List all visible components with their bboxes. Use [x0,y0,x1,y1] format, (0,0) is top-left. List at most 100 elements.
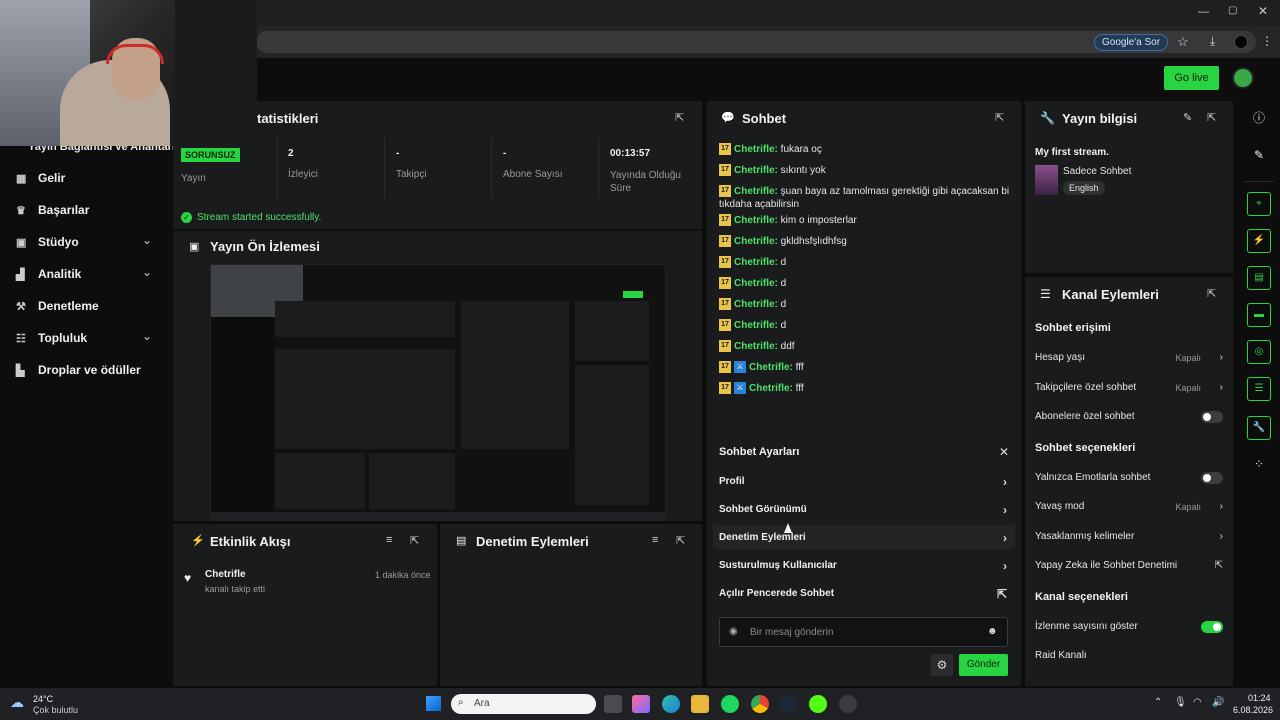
send-button[interactable]: Gönder [959,654,1008,676]
chevron-down-icon[interactable]: ⌄ [142,329,152,343]
minimize-icon[interactable]: — [1198,6,1209,18]
close-icon[interactable]: ✕ [999,445,1009,459]
info-icon[interactable]: ⓘ [1247,106,1271,130]
download-icon[interactable]: ⤓ [1210,34,1215,49]
channel-icon[interactable]: ☰ [1247,377,1271,401]
channel-setting-label: Yapay Zeka ile Sohbet Denetimi [1035,560,1178,571]
chat-username[interactable]: Chetrifle: [749,362,793,373]
chevron-right-icon: › [1219,530,1223,542]
sidebar-item[interactable]: ▟ Analitik [16,264,81,284]
pencil-icon[interactable]: ✎ [1247,143,1271,167]
spotify-icon[interactable] [721,695,739,713]
channel-setting-row[interactable]: Takipçilere özel sohbet Kapalı › [1035,379,1225,397]
popout-icon[interactable]: ⇱ [1207,287,1216,300]
channel-setting-row[interactable]: Raid Kanalı [1035,647,1225,665]
browser-menu-icon[interactable]: ⋮ [1261,34,1273,48]
activity-title: Etkinlik Akışı [210,534,291,549]
channel-setting-row[interactable]: Yalnızca Emotlarla sohbet [1035,469,1225,487]
filter-icon[interactable]: ≡ [386,534,392,546]
profile-icon[interactable] [1234,35,1248,49]
chat-text: gkldhsfşlıdhfsg [777,236,847,247]
chat-setting-row[interactable]: Profil › [719,472,1009,492]
chat-username[interactable]: Chetrifle: [734,215,778,226]
chat-setting-row[interactable]: Denetim Eylemleri › [719,528,1009,548]
toggle-switch[interactable] [1201,411,1223,423]
chrome-icon[interactable] [751,695,769,713]
chat-message: 17 ⚔ Chetrifle: fff [719,357,1019,378]
filter-icon[interactable]: ≡ [652,534,658,546]
chat-message: 17 Chetrifle: d [719,273,1019,294]
toggle-switch[interactable] [1201,620,1223,633]
channel-setting-row[interactable]: Yavaş mod Kapalı › [1035,498,1225,516]
sidebar-item[interactable]: ▙ Droplar ve ödüller [16,360,141,380]
popout-icon[interactable]: ⇱ [676,534,685,547]
tray-chevron-icon[interactable]: ⌃ [1154,697,1162,708]
file-explorer-icon[interactable] [691,695,709,713]
emoji-icon[interactable]: ☻ [987,626,998,637]
close-window-icon[interactable]: ✕ [1258,4,1268,18]
maximize-icon[interactable]: ▢ [1228,5,1237,16]
chat-setting-row[interactable]: Açılır Pencerede Sohbet ⇱ [719,584,1009,604]
kick-icon[interactable] [809,695,827,713]
task-view-icon[interactable] [604,695,622,713]
chat-icon[interactable]: ▬ [1247,303,1271,327]
apps-icon[interactable]: ⁘ [1247,452,1271,476]
edge-icon[interactable] [662,695,680,713]
chat-setting-row[interactable]: Sohbet Görünümü › [719,500,1009,520]
obs-icon[interactable] [839,695,857,713]
volume-icon[interactable]: 🔊 [1212,697,1224,708]
chat-message: 17 Chetrifle: kim o imposterlar [719,210,1019,231]
chat-username[interactable]: Chetrifle: [734,144,778,155]
mic-icon[interactable]: 🎙 [1174,697,1187,708]
chat-setting-row[interactable]: Susturulmuş Kullanıcılar › [719,556,1009,576]
user-avatar[interactable] [1232,67,1254,89]
sidebar-item[interactable]: ▣ Stüdyo [16,232,79,252]
channel-setting-row[interactable]: İzlenme sayısını göster [1035,618,1225,636]
chevron-down-icon[interactable]: ⌄ [142,233,152,247]
chat-username[interactable]: Chetrifle: [749,383,793,394]
wrench-icon[interactable]: 🔧 [1247,416,1271,440]
steam-icon[interactable] [780,695,798,713]
chat-username[interactable]: Chetrifle: [734,320,778,331]
chat-username[interactable]: Chetrifle: [734,278,778,289]
windows-start-icon[interactable] [426,696,441,711]
channel-setting-row[interactable]: Yasaklanmış kelimeler › [1035,528,1225,546]
channel-setting-row[interactable]: Abonelere özel sohbet [1035,408,1225,426]
toggle-switch[interactable] [1201,471,1223,484]
edit-icon[interactable]: ✎ [1183,111,1192,124]
weather-text: Çok bulutlu [33,705,79,715]
popout-icon[interactable]: ⇱ [410,534,419,547]
chat-username[interactable]: Chetrifle: [734,236,778,247]
chat-setting-label: Açılır Pencerede Sohbet [719,588,835,599]
chat-message: 17 ⚔ Chetrifle: fff [719,378,1019,399]
channel-setting-row[interactable]: Hesap yaşı Kapalı › [1035,349,1225,367]
popout-icon[interactable]: ⇱ [1207,111,1216,124]
gear-icon[interactable]: ⚙ [931,654,953,676]
sidebar-item[interactable]: ☷ Topluluk [16,328,87,348]
wifi-icon[interactable]: ◠ [1193,697,1202,708]
activity-bolt-icon: ⚡ [191,535,205,547]
taskbar-search[interactable] [451,694,596,714]
chat-username[interactable]: Chetrifle: [734,165,778,176]
chat-username[interactable]: Chetrifle: [734,257,778,268]
cloud-icon: ☁ [10,694,24,710]
clip-icon[interactable]: ⌖ [1247,192,1271,216]
chevron-down-icon[interactable]: ⌄ [142,265,152,279]
bookmark-star-icon[interactable]: ☆ [1177,34,1189,50]
google-sor-button[interactable]: Google'a Sor [1094,34,1169,51]
doc-icon[interactable]: ▤ [1247,266,1271,290]
channel-setting-row[interactable]: Yapay Zeka ile Sohbet Denetimi ⇱ [1035,557,1225,575]
sidebar-item[interactable]: ♛ Başarılar [16,200,89,220]
chat-username[interactable]: Chetrifle: [734,341,778,352]
sidebar-item[interactable]: ▦ Gelir [16,168,65,188]
popout-icon[interactable]: ⇱ [995,111,1004,124]
bolt-icon[interactable]: ⚡ [1247,229,1271,253]
gift-icon: ▙ [16,364,25,377]
sub-badge-icon: 17 [719,382,731,395]
copilot-icon[interactable] [632,695,650,713]
broadcast-icon[interactable]: ◎ [1247,340,1271,364]
go-live-button[interactable]: Go live [1164,66,1219,90]
popout-icon[interactable]: ⇱ [675,111,684,124]
chat-username[interactable]: Chetrifle: [734,299,778,310]
sidebar-item[interactable]: ⚒ Denetleme [16,296,99,316]
